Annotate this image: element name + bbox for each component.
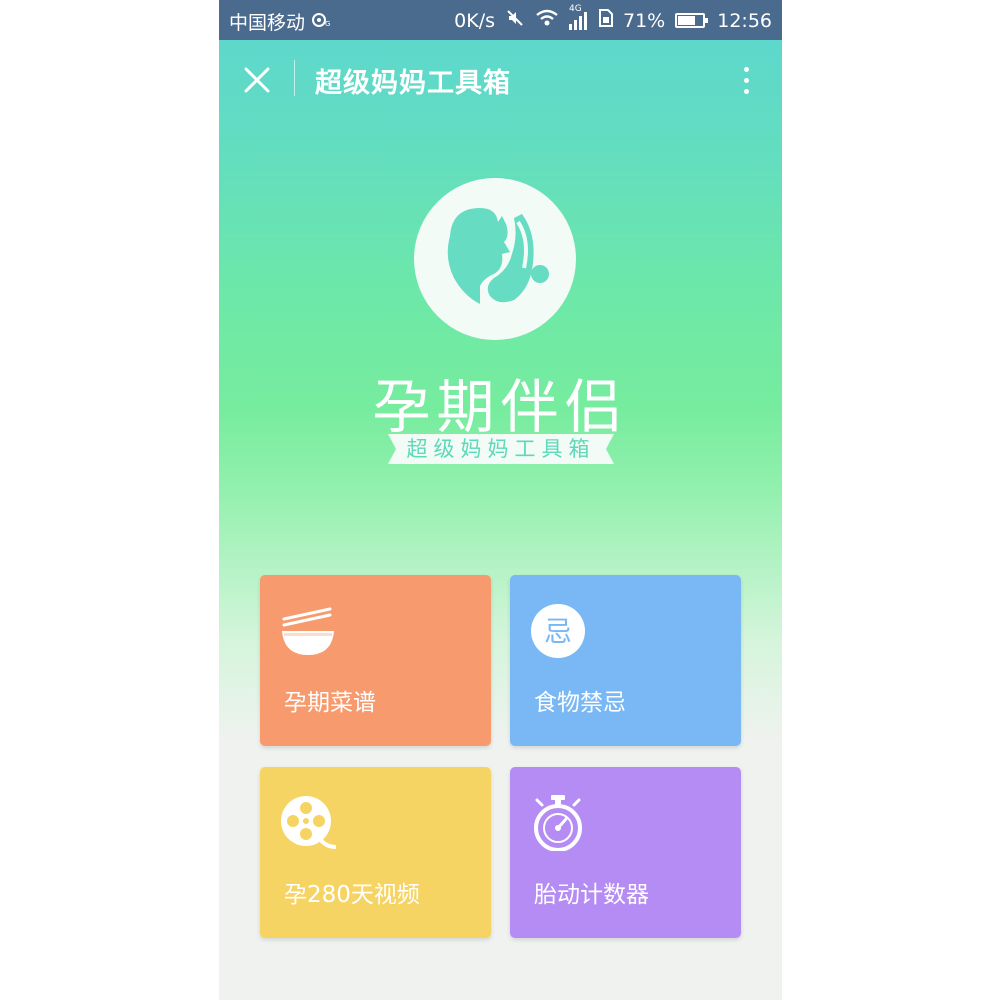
stopwatch-icon — [534, 795, 582, 851]
wifi-icon — [535, 9, 559, 32]
network-type: 4G — [569, 3, 582, 14]
tool-label: 孕期菜谱 — [284, 690, 376, 716]
close-button[interactable] — [237, 60, 277, 100]
battery-icon — [675, 13, 709, 28]
tool-label: 食物禁忌 — [534, 690, 626, 716]
taboo-badge-text: 忌 — [544, 615, 572, 648]
brand-header: 孕期伴侣 超级妈妈工具箱 — [219, 170, 782, 470]
more-vertical-icon — [743, 64, 749, 97]
page-title: 超级妈妈工具箱 — [315, 68, 511, 99]
title-bar: 超级妈妈工具箱 — [219, 40, 782, 118]
taboo-badge-icon: 忌 — [531, 604, 585, 658]
nfc-icon: G — [311, 11, 331, 33]
battery-fill — [678, 16, 696, 25]
tool-card-280-day-videos[interactable]: 孕280天视频 — [260, 767, 491, 938]
sim-icon — [599, 9, 613, 32]
clock: 12:56 — [717, 9, 772, 32]
bowl-chopsticks-icon — [282, 607, 334, 655]
tool-card-food-taboos[interactable]: 忌 食物禁忌 — [510, 575, 741, 746]
carrier-label: 中国移动 — [229, 12, 306, 34]
tool-card-fetal-movement-counter[interactable]: 胎动计数器 — [510, 767, 741, 938]
title-divider — [294, 60, 295, 96]
brand-subtitle: 超级妈妈工具箱 — [406, 437, 596, 461]
more-options-button[interactable] — [734, 60, 758, 100]
film-reel-icon — [281, 796, 336, 849]
status-bar: 中国移动 G 0K/s 4G 71% 12:56 — [219, 0, 782, 40]
network-speed: 0K/s — [454, 9, 495, 32]
close-icon — [244, 67, 270, 93]
cell-signal-icon: 4G — [569, 4, 589, 30]
svg-text:G: G — [325, 20, 330, 28]
brand-ribbon: 超级妈妈工具箱 — [388, 432, 614, 466]
tool-card-pregnancy-recipes[interactable]: 孕期菜谱 — [260, 575, 491, 746]
mute-icon — [505, 8, 525, 33]
phone-screen: 中国移动 G 0K/s 4G 71% 12:56 超级妈妈工具箱 孕期伴侣 超级… — [219, 0, 782, 1000]
battery-percent: 71% — [623, 9, 666, 32]
fetus-logo-icon — [414, 178, 576, 340]
tool-label: 孕280天视频 — [284, 882, 420, 908]
tool-label: 胎动计数器 — [534, 882, 649, 908]
